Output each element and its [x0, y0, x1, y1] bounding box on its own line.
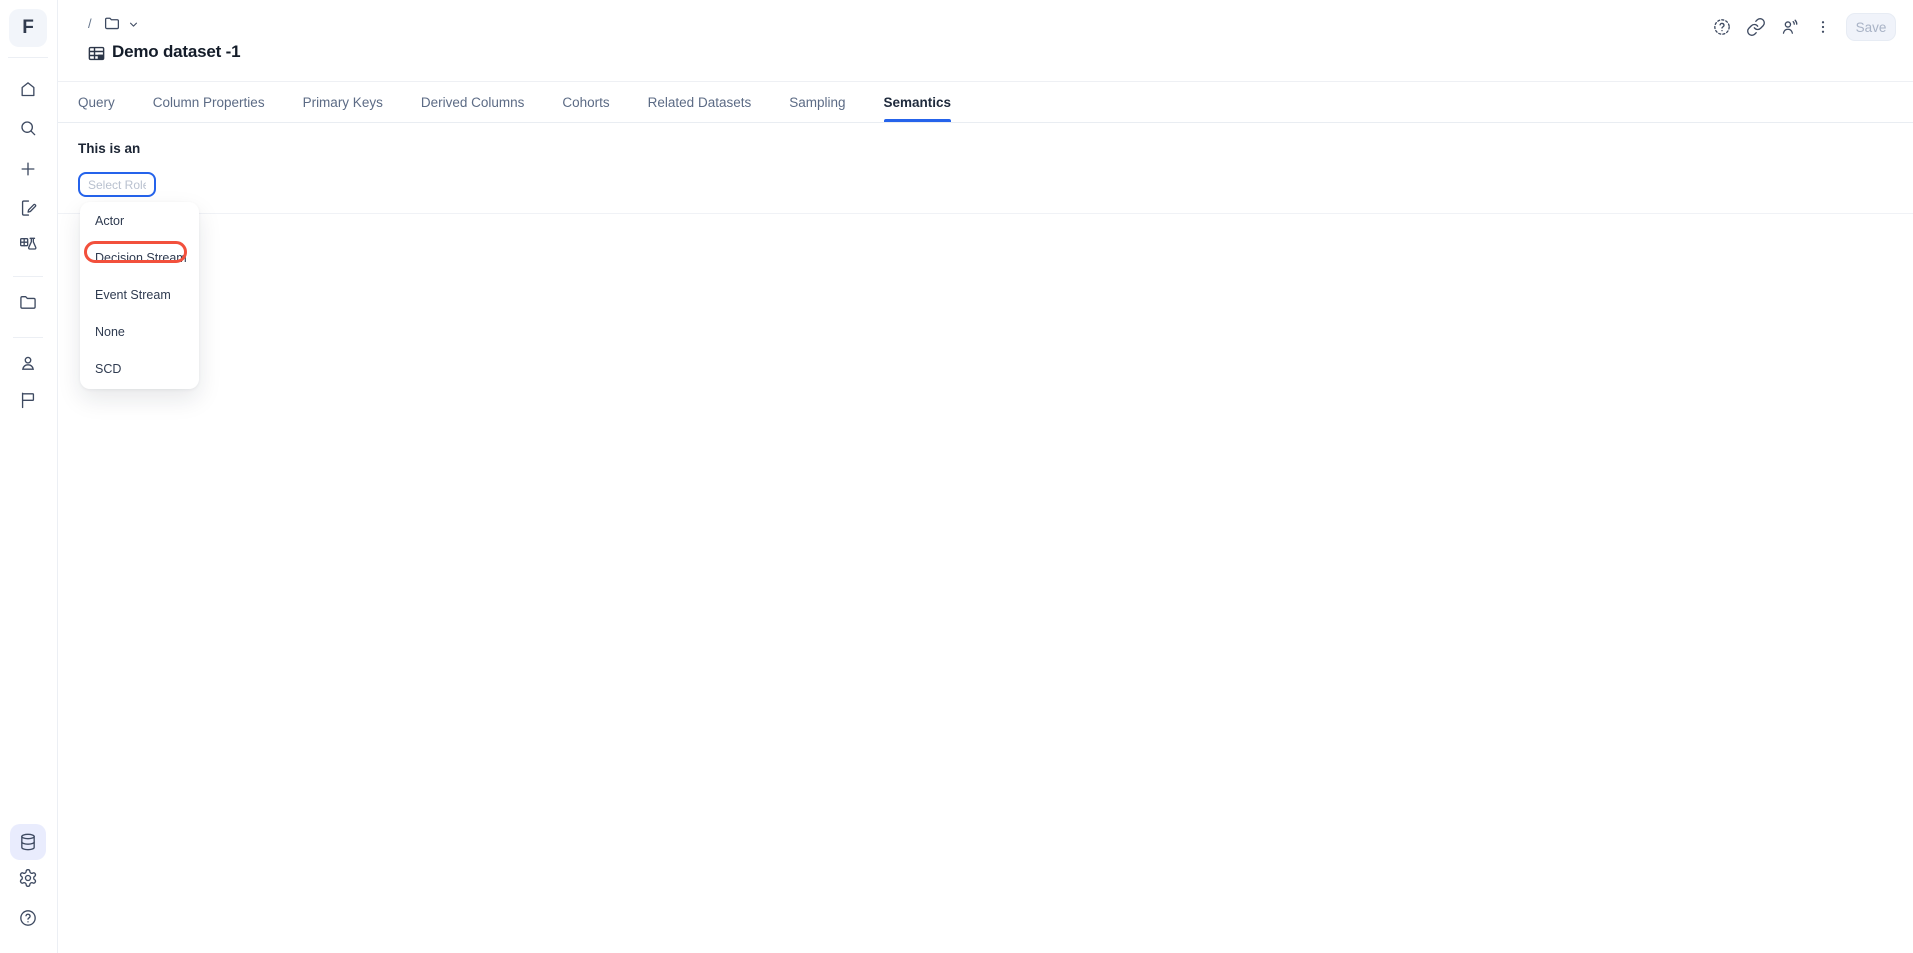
dropdown-option-scd[interactable]: SCD [80, 351, 199, 388]
role-select-input[interactable] [78, 172, 156, 197]
save-button[interactable]: Save [1846, 13, 1896, 41]
page-title: Demo dataset -1 [112, 42, 240, 62]
tab-query[interactable]: Query [78, 82, 115, 122]
section-divider [58, 213, 1913, 214]
divider [8, 57, 48, 58]
user-icon[interactable] [18, 353, 38, 373]
link-icon[interactable] [1746, 17, 1766, 37]
tab-column-properties[interactable]: Column Properties [153, 82, 265, 122]
divider [13, 276, 43, 277]
search-icon[interactable] [18, 118, 38, 138]
tab-semantics[interactable]: Semantics [884, 82, 952, 122]
dropdown-option-event-stream[interactable]: Event Stream [80, 277, 199, 314]
help-circle-icon[interactable] [18, 908, 38, 928]
table-icon [87, 44, 106, 63]
tab-cohorts[interactable]: Cohorts [562, 82, 609, 122]
plus-icon[interactable] [18, 159, 38, 179]
breadcrumb-folder-icon[interactable] [103, 14, 121, 32]
user-voice-icon[interactable] [1780, 17, 1800, 37]
settings-gear-icon[interactable] [18, 868, 38, 888]
tab-primary-keys[interactable]: Primary Keys [303, 82, 383, 122]
experiment-icon[interactable] [18, 235, 38, 255]
help-dashed-circle-icon[interactable] [1712, 17, 1732, 37]
sidebar: F [0, 0, 58, 953]
tab-related-datasets[interactable]: Related Datasets [648, 82, 752, 122]
header-actions: Save [1712, 13, 1896, 41]
database-icon [18, 832, 38, 852]
sidebar-item-datasets-active[interactable] [10, 824, 46, 860]
page-header: / Demo dataset -1 Save [58, 0, 1913, 82]
tab-derived-columns[interactable]: Derived Columns [421, 82, 525, 122]
dropdown-option-none[interactable]: None [80, 314, 199, 351]
tab-bar: Query Column Properties Primary Keys Der… [58, 82, 1913, 123]
app-logo[interactable]: F [9, 9, 47, 47]
folder-icon[interactable] [18, 292, 38, 312]
chevron-down-icon[interactable] [127, 18, 140, 31]
home-icon[interactable] [18, 79, 38, 99]
kebab-menu-icon[interactable] [1814, 18, 1832, 36]
main-content: This is an Actor Decision Stream Event S… [58, 123, 1913, 953]
sentence-label: This is an [78, 141, 140, 156]
dropdown-option-actor[interactable]: Actor [80, 203, 199, 240]
dropdown-option-decision-stream[interactable]: Decision Stream [80, 240, 199, 277]
flag-icon[interactable] [18, 390, 38, 410]
breadcrumb: / [88, 16, 92, 31]
role-dropdown: Actor Decision Stream Event Stream None … [80, 202, 199, 389]
file-edit-icon[interactable] [18, 198, 38, 218]
tab-sampling[interactable]: Sampling [789, 82, 845, 122]
divider [13, 337, 43, 338]
